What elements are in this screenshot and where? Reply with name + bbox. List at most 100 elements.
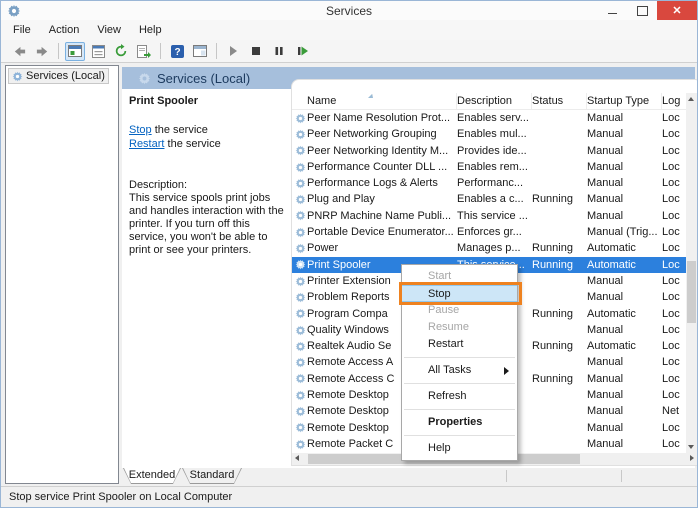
table-row[interactable]: Performance Logs & Alerts Performanc... Ma… bbox=[292, 175, 688, 191]
service-log-cell: Loc bbox=[662, 242, 680, 255]
column-header-log[interactable]: Log bbox=[662, 93, 688, 109]
menu-help[interactable]: Help bbox=[139, 24, 162, 36]
restart-service-link[interactable]: Restart bbox=[129, 138, 164, 150]
menu-view[interactable]: View bbox=[97, 24, 121, 36]
vertical-scrollbar[interactable] bbox=[686, 93, 697, 453]
table-row[interactable]: Portable Device Enumerator... Enforces gr… bbox=[292, 224, 688, 240]
tab-extended[interactable]: Extended bbox=[123, 468, 181, 484]
selected-service-name: Print Spooler bbox=[129, 95, 199, 107]
status-text: Stop service Print Spooler on Local Comp… bbox=[9, 491, 233, 503]
service-startup-cell: Automatic bbox=[587, 242, 636, 255]
title-bar: Services ✕ bbox=[1, 1, 697, 20]
service-log-cell: Loc bbox=[662, 258, 680, 271]
table-row[interactable]: Peer Name Resolution Prot... Enables serv… bbox=[292, 110, 688, 126]
scroll-left-icon[interactable] bbox=[295, 455, 299, 461]
scroll-down-icon[interactable] bbox=[688, 445, 694, 449]
services-gear-icon bbox=[138, 72, 151, 85]
maximize-button[interactable] bbox=[627, 1, 657, 20]
service-startup-cell: Manual bbox=[587, 160, 624, 173]
context-menu-item-resume: Resume bbox=[402, 319, 517, 336]
service-log-cell: Loc bbox=[662, 389, 680, 402]
table-row[interactable]: Plug and Play Enables a c... Running Manual… bbox=[292, 191, 688, 207]
service-startup-cell: Automatic bbox=[587, 340, 636, 353]
menu-separator bbox=[404, 383, 515, 384]
table-row[interactable]: PNRP Machine Name Publi... This service .… bbox=[292, 208, 688, 224]
service-gear-icon bbox=[292, 276, 307, 287]
show-action-pane-icon[interactable] bbox=[190, 42, 210, 61]
service-description-cell: Enforces gr... bbox=[457, 226, 522, 239]
minimize-button[interactable] bbox=[597, 1, 627, 20]
back-arrow-icon[interactable] bbox=[9, 42, 29, 61]
column-header-description[interactable]: Description bbox=[457, 93, 532, 109]
service-gear-icon bbox=[292, 194, 307, 205]
column-header-startup-type[interactable]: Startup Type bbox=[587, 93, 662, 109]
pause-service-icon[interactable] bbox=[269, 42, 289, 61]
column-header-status[interactable]: Status bbox=[532, 93, 587, 109]
service-log-cell: Loc bbox=[662, 160, 680, 173]
list-header: Name Description Status Startup Type Log bbox=[292, 93, 688, 110]
service-startup-cell: Manual bbox=[587, 389, 624, 402]
tab-extended-label: Extended bbox=[124, 468, 180, 483]
service-log-cell: Loc bbox=[662, 128, 680, 141]
context-menu-item-all-tasks[interactable]: All Tasks bbox=[402, 362, 517, 379]
service-description-cell: This service ... bbox=[457, 209, 528, 222]
service-status-cell: Running bbox=[532, 193, 573, 206]
service-gear-icon bbox=[292, 357, 307, 368]
statusbar-divider bbox=[506, 470, 507, 482]
service-name-cell: Performance Logs & Alerts bbox=[307, 177, 438, 190]
restart-service-icon[interactable] bbox=[292, 42, 312, 61]
service-log-cell: Loc bbox=[662, 112, 680, 124]
menu-bar: File Action View Help bbox=[1, 20, 697, 40]
service-startup-cell: Manual bbox=[587, 274, 624, 287]
service-name-cell: Power bbox=[307, 242, 339, 255]
table-row[interactable]: Performance Counter DLL ... Enables rem..… bbox=[292, 159, 688, 175]
services-gear-icon bbox=[12, 71, 23, 82]
context-menu-item-properties[interactable]: Properties bbox=[402, 414, 517, 431]
menu-separator bbox=[404, 409, 515, 410]
service-description: This service spools print jobs and handl… bbox=[129, 192, 284, 256]
vertical-scroll-thumb[interactable] bbox=[687, 261, 696, 323]
service-gear-icon bbox=[292, 292, 307, 303]
context-menu-item-stop[interactable]: Stop bbox=[399, 282, 522, 305]
properties-icon[interactable] bbox=[88, 42, 108, 61]
table-row[interactable]: Peer Networking Grouping Enables mul... Ma… bbox=[292, 126, 688, 142]
service-log-cell: Loc bbox=[662, 274, 680, 287]
tab-standard[interactable]: Standard bbox=[182, 468, 242, 484]
tab-standard-label: Standard bbox=[183, 468, 241, 483]
column-header-name[interactable]: Name bbox=[292, 93, 457, 109]
forward-arrow-icon[interactable] bbox=[32, 42, 52, 61]
service-name-cell: Plug and Play bbox=[307, 193, 375, 206]
help-icon[interactable]: ? bbox=[167, 42, 187, 61]
menu-action[interactable]: Action bbox=[49, 24, 80, 36]
service-startup-cell: Manual bbox=[587, 356, 624, 369]
stop-service-link[interactable]: Stop bbox=[129, 124, 152, 136]
service-status-cell: Running bbox=[532, 258, 573, 271]
start-service-icon[interactable] bbox=[223, 42, 243, 61]
service-status-cell: Running bbox=[532, 340, 573, 353]
service-startup-cell: Manual bbox=[587, 421, 624, 434]
table-row[interactable]: Power Manages p... Running Automatic Loc bbox=[292, 240, 688, 256]
service-name-cell: Peer Networking Grouping bbox=[307, 128, 437, 141]
service-description-cell: Performanc... bbox=[457, 177, 524, 190]
tree-item-services-local[interactable]: Services (Local) bbox=[8, 68, 109, 84]
menu-separator bbox=[404, 435, 515, 436]
export-list-icon[interactable] bbox=[134, 42, 154, 61]
service-gear-icon bbox=[292, 129, 307, 140]
scroll-up-icon[interactable] bbox=[688, 97, 694, 101]
scroll-right-icon[interactable] bbox=[690, 455, 694, 461]
menu-file[interactable]: File bbox=[13, 24, 31, 36]
service-status-cell: Running bbox=[532, 307, 573, 320]
refresh-icon[interactable] bbox=[111, 42, 131, 61]
context-menu-item-restart[interactable]: Restart bbox=[402, 336, 517, 353]
table-row[interactable]: Peer Networking Identity M... Provides id… bbox=[292, 143, 688, 159]
stop-service-icon[interactable] bbox=[246, 42, 266, 61]
service-description-cell: Enables a c... bbox=[457, 193, 524, 206]
service-log-cell: Loc bbox=[662, 340, 680, 353]
menu-item-label: Refresh bbox=[428, 390, 467, 402]
service-log-cell: Loc bbox=[662, 356, 680, 369]
submenu-arrow-icon bbox=[504, 367, 509, 375]
close-button[interactable]: ✕ bbox=[657, 1, 697, 20]
show-console-tree-icon[interactable] bbox=[65, 41, 85, 61]
context-menu-item-refresh[interactable]: Refresh bbox=[402, 388, 517, 405]
context-menu-item-help[interactable]: Help bbox=[402, 440, 517, 457]
